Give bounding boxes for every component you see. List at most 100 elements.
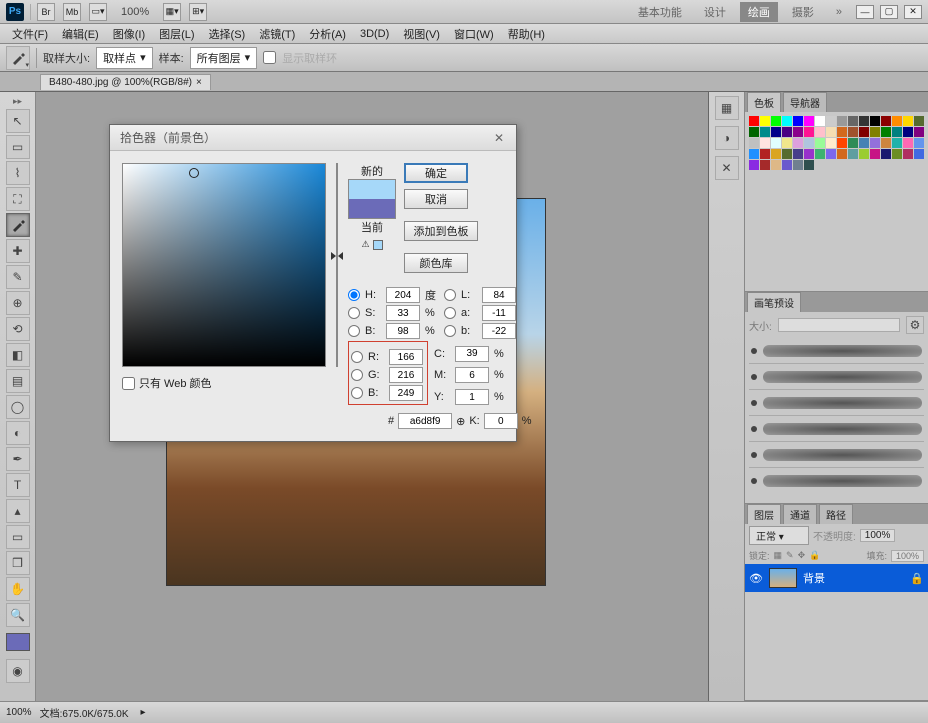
swatch[interactable] bbox=[804, 116, 814, 126]
minimize-button[interactable]: — bbox=[856, 5, 874, 19]
swatches-panel-icon[interactable]: ▦ bbox=[715, 96, 739, 120]
swatch[interactable] bbox=[782, 149, 792, 159]
swatch[interactable] bbox=[804, 127, 814, 137]
swatch[interactable] bbox=[826, 127, 836, 137]
dialog-titlebar[interactable]: 拾色器（前景色） ✕ bbox=[110, 125, 516, 151]
close-window-button[interactable]: ✕ bbox=[904, 5, 922, 19]
workspace-more[interactable]: » bbox=[828, 4, 850, 20]
swatch[interactable] bbox=[892, 149, 902, 159]
screen-mode-icon[interactable]: ▭▾ bbox=[89, 3, 107, 21]
swatch[interactable] bbox=[760, 138, 770, 148]
swatch[interactable] bbox=[837, 138, 847, 148]
swatch[interactable] bbox=[815, 138, 825, 148]
swatch[interactable] bbox=[826, 149, 836, 159]
swatch[interactable] bbox=[749, 149, 759, 159]
swatch[interactable] bbox=[903, 127, 913, 137]
move-tool[interactable]: ↖ bbox=[6, 109, 30, 133]
menu-file[interactable]: 文件(F) bbox=[6, 24, 54, 44]
layer-row[interactable]: 👁 背景 🔒 bbox=[745, 564, 928, 592]
sample-dropdown[interactable]: 所有图层▾ bbox=[190, 47, 258, 69]
path-select-tool[interactable]: ▴ bbox=[6, 499, 30, 523]
m-input[interactable] bbox=[455, 367, 489, 383]
swatch[interactable] bbox=[826, 116, 836, 126]
swatch[interactable] bbox=[859, 127, 869, 137]
lab-b-input[interactable] bbox=[482, 323, 516, 339]
menu-help[interactable]: 帮助(H) bbox=[502, 24, 551, 44]
color-field[interactable] bbox=[122, 163, 326, 367]
swatch[interactable] bbox=[859, 116, 869, 126]
swatch[interactable] bbox=[760, 127, 770, 137]
visibility-icon[interactable]: 👁 bbox=[749, 572, 763, 585]
tab-channels[interactable]: 通道 bbox=[783, 504, 817, 524]
swatch[interactable] bbox=[771, 116, 781, 126]
safe-color-swatch[interactable] bbox=[373, 240, 383, 250]
tab-brush-presets[interactable]: 画笔预设 bbox=[747, 292, 801, 312]
lock-pixels-icon[interactable]: ▦ bbox=[774, 550, 783, 561]
swatch[interactable] bbox=[782, 160, 792, 170]
swatch[interactable] bbox=[793, 160, 803, 170]
a-input[interactable] bbox=[482, 305, 516, 321]
hue-slider[interactable] bbox=[336, 163, 338, 367]
opacity-value[interactable]: 100% bbox=[860, 529, 896, 542]
workspace-tab-photo[interactable]: 摄影 bbox=[784, 2, 822, 22]
menu-select[interactable]: 选择(S) bbox=[203, 24, 252, 44]
dodge-tool[interactable]: ◐ bbox=[6, 421, 30, 445]
bridge-icon[interactable]: Br bbox=[37, 3, 55, 21]
s-input[interactable] bbox=[386, 305, 420, 321]
workspace-tab-design[interactable]: 设计 bbox=[696, 2, 734, 22]
document-tab[interactable]: B480-480.jpg @ 100%(RGB/8#) × bbox=[40, 74, 211, 90]
swatch[interactable] bbox=[859, 149, 869, 159]
swatch[interactable] bbox=[892, 127, 902, 137]
swatch[interactable] bbox=[881, 116, 891, 126]
bb-radio[interactable] bbox=[351, 387, 363, 399]
lab-b-radio[interactable] bbox=[444, 325, 456, 337]
swatch[interactable] bbox=[848, 127, 858, 137]
arrange-icon[interactable]: ▦▾ bbox=[163, 3, 181, 21]
swatch[interactable] bbox=[815, 116, 825, 126]
swatch[interactable] bbox=[760, 160, 770, 170]
marquee-tool[interactable]: ▭ bbox=[6, 135, 30, 159]
swatch[interactable] bbox=[892, 116, 902, 126]
swatch[interactable] bbox=[837, 149, 847, 159]
menu-filter[interactable]: 滤镜(T) bbox=[253, 24, 301, 44]
eyedropper-target-icon[interactable]: ⊕ bbox=[456, 415, 465, 428]
adjustments-panel-icon[interactable]: ◑ bbox=[715, 126, 739, 150]
swatch[interactable] bbox=[804, 138, 814, 148]
brush-preset[interactable] bbox=[749, 442, 924, 468]
close-tab-icon[interactable]: × bbox=[196, 77, 202, 88]
swatch[interactable] bbox=[771, 160, 781, 170]
k-input[interactable] bbox=[484, 413, 518, 429]
swatch[interactable] bbox=[870, 149, 880, 159]
eyedropper-tool[interactable] bbox=[6, 213, 30, 237]
swatch[interactable] bbox=[815, 127, 825, 137]
swatch[interactable] bbox=[848, 116, 858, 126]
swatch[interactable] bbox=[881, 149, 891, 159]
blur-tool[interactable]: ◯ bbox=[6, 395, 30, 419]
swatch[interactable] bbox=[903, 149, 913, 159]
l-input[interactable] bbox=[482, 287, 516, 303]
swatch[interactable] bbox=[793, 149, 803, 159]
swatch[interactable] bbox=[914, 138, 924, 148]
status-arrow-icon[interactable]: ▸ bbox=[141, 707, 146, 718]
g-radio[interactable] bbox=[351, 369, 363, 381]
swatch[interactable] bbox=[870, 127, 880, 137]
menu-3d[interactable]: 3D(D) bbox=[354, 26, 395, 42]
eraser-tool[interactable]: ◧ bbox=[6, 343, 30, 367]
brush-tool[interactable]: ✎ bbox=[6, 265, 30, 289]
swatch[interactable] bbox=[749, 116, 759, 126]
web-only-checkbox[interactable] bbox=[122, 377, 135, 390]
tab-paths[interactable]: 路径 bbox=[819, 504, 853, 524]
swatch[interactable] bbox=[837, 127, 847, 137]
a-radio[interactable] bbox=[444, 307, 456, 319]
swatch[interactable] bbox=[837, 116, 847, 126]
swatch[interactable] bbox=[749, 138, 759, 148]
swatch[interactable] bbox=[881, 127, 891, 137]
swatch-grid[interactable] bbox=[749, 116, 924, 170]
l-radio[interactable] bbox=[444, 289, 456, 301]
swatch[interactable] bbox=[793, 138, 803, 148]
minibridge-icon[interactable]: Mb bbox=[63, 3, 81, 21]
color-libs-button[interactable]: 颜色库 bbox=[404, 253, 468, 273]
show-ring-checkbox[interactable] bbox=[263, 51, 276, 64]
canvas-area[interactable]: 拾色器（前景色） ✕ 只有 Web 颜色 bbox=[36, 92, 708, 701]
swatch[interactable] bbox=[749, 127, 759, 137]
